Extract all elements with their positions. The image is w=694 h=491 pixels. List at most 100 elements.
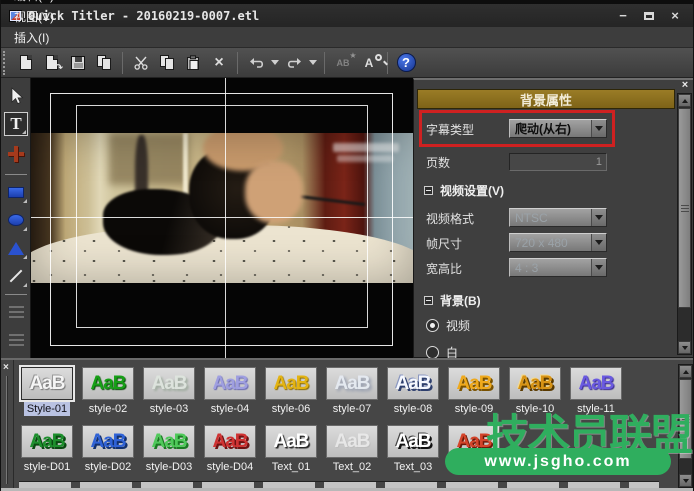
align-tool[interactable] (4, 300, 28, 324)
style-cell[interactable]: AaB style-D02 (80, 425, 136, 474)
aspect-ratio-dropdown[interactable]: 4 : 3 (509, 258, 607, 277)
triangle-tool[interactable] (4, 236, 28, 260)
scroll-up-button[interactable] (679, 365, 692, 378)
scrollbar-thumb[interactable] (679, 379, 692, 459)
style-library-button[interactable]: AB★ (330, 51, 356, 75)
scroll-down-button[interactable] (678, 341, 691, 354)
collapse-icon[interactable] (424, 186, 433, 195)
style-label: Text_01 (269, 460, 314, 474)
panel-title: 背景属性 (417, 89, 675, 109)
delete-button[interactable]: × (206, 51, 232, 75)
page-count-label: 页数 (426, 154, 450, 171)
style-cell[interactable]: AaB style-03 (141, 367, 197, 416)
arrow-up-icon (682, 99, 688, 103)
preview-zoom-icon: A (365, 56, 374, 70)
toolbar-separator (122, 52, 123, 74)
help-button[interactable]: ? (393, 51, 419, 75)
style-sample-text: AaB (334, 373, 369, 395)
thumb-grip-icon (682, 416, 690, 423)
video-format-dropdown[interactable]: NTSC (509, 208, 607, 227)
select-tool[interactable] (4, 84, 28, 108)
line-tool[interactable] (4, 264, 28, 288)
style-cell[interactable]: AaB style-02 (80, 367, 136, 416)
title-safe-cross-tool[interactable] (4, 142, 28, 166)
style-thumbnail: AaB (387, 425, 439, 458)
text-tool[interactable]: T (4, 112, 28, 136)
style-cell[interactable]: AaB style-09 (446, 367, 502, 416)
minimize-button[interactable]: − (615, 9, 631, 23)
scroll-up-button[interactable] (678, 94, 691, 107)
style-cell[interactable]: AaB Text_01 (263, 425, 319, 474)
panel-close-button[interactable]: × (679, 79, 691, 91)
palette-scrollbar[interactable] (678, 364, 693, 488)
main-toolbar: ↷ × (1, 48, 694, 78)
distribute-tool[interactable] (4, 328, 28, 352)
menu-item[interactable]: 插入(I) (1, 27, 68, 48)
rectangle-tool[interactable] (4, 180, 28, 204)
style-label: Text_03 (391, 460, 436, 474)
preview-zoom-button[interactable]: A (356, 51, 382, 75)
aspect-ratio-label: 宽高比 (426, 260, 462, 277)
style-cell[interactable]: AaB Text_02 (324, 425, 380, 474)
style-sample-text: AaB (29, 431, 64, 453)
palette-gripper[interactable] (6, 376, 8, 484)
ellipse-tool[interactable] (4, 208, 28, 232)
style-cell[interactable]: AaB Text_03 (385, 425, 441, 474)
open-button[interactable]: ↷ (39, 51, 65, 75)
cut-button[interactable] (128, 51, 154, 75)
close-button[interactable]: × (667, 9, 683, 23)
frame-size-dropdown[interactable]: 720 x 480 (509, 233, 607, 252)
save-button[interactable] (65, 51, 91, 75)
collapse-icon[interactable] (424, 296, 433, 305)
save-as-button[interactable] (91, 51, 117, 75)
style-sample-text: AaB (578, 373, 613, 395)
rectangle-icon (8, 187, 24, 198)
style-cell[interactable]: AaB style-10 (507, 367, 563, 416)
style-label: Text_04 (452, 460, 497, 474)
redo-dropdown[interactable] (307, 51, 319, 75)
style-cell[interactable]: AaB style-D01 (19, 425, 75, 474)
style-cell[interactable]: AaB style-07 (324, 367, 380, 416)
paste-button[interactable] (180, 51, 206, 75)
style-label: style-07 (330, 402, 375, 416)
style-cell[interactable]: AaB Style-01 (19, 367, 75, 416)
new-document-button[interactable] (13, 51, 39, 75)
scrollbar-thumb[interactable] (678, 108, 691, 308)
chevron-down-icon (271, 60, 279, 65)
style-label: style-D01 (21, 460, 73, 474)
style-label: Text_02 (330, 460, 375, 474)
scroll-down-button[interactable] (679, 474, 692, 487)
maximize-button[interactable] (641, 9, 657, 23)
undo-dropdown[interactable] (269, 51, 281, 75)
undo-button[interactable] (243, 51, 269, 75)
panel-scrollbar[interactable] (677, 93, 692, 355)
style-label: style-D03 (143, 460, 195, 474)
style-label: style-11 (574, 402, 618, 416)
style-sample-text: AaB (90, 373, 125, 395)
style-sample-text: AaB (29, 373, 64, 395)
background-section[interactable]: 背景(B) (424, 292, 481, 309)
dropdown-arrow-button[interactable] (591, 209, 606, 226)
copy-button[interactable] (154, 51, 180, 75)
style-cell[interactable]: AaB style-11 (568, 367, 624, 416)
menu-item[interactable]: 视图(V) (1, 6, 68, 27)
style-cell[interactable]: AaB style-D03 (141, 425, 197, 474)
page-count-input[interactable]: 1 (509, 153, 607, 171)
palette-close-button[interactable]: × (3, 362, 9, 373)
bg-video-radio[interactable]: 视频 (426, 317, 470, 334)
dropdown-arrow-button[interactable] (591, 259, 606, 276)
redo-button[interactable] (281, 51, 307, 75)
style-cell[interactable]: AaB style-D04 (202, 425, 258, 474)
toolbar-gripper[interactable] (3, 51, 9, 75)
style-cell[interactable]: AaB style-04 (202, 367, 258, 416)
style-cell[interactable]: AaB style-08 (385, 367, 441, 416)
style-cell[interactable]: AaB Text_04 (446, 425, 502, 474)
style-cell[interactable]: AaB style-06 (263, 367, 319, 416)
tool-separator (5, 294, 27, 295)
title-canvas[interactable] (31, 78, 413, 358)
dropdown-arrow-button[interactable] (591, 234, 606, 251)
style-label: style-06 (269, 402, 314, 416)
open-arrow-icon: ↷ (55, 65, 63, 73)
video-settings-section[interactable]: 视频设置(V) (424, 182, 504, 199)
title-bar[interactable]: Quick Titler - 20160219-0007.etl − × (1, 4, 694, 27)
